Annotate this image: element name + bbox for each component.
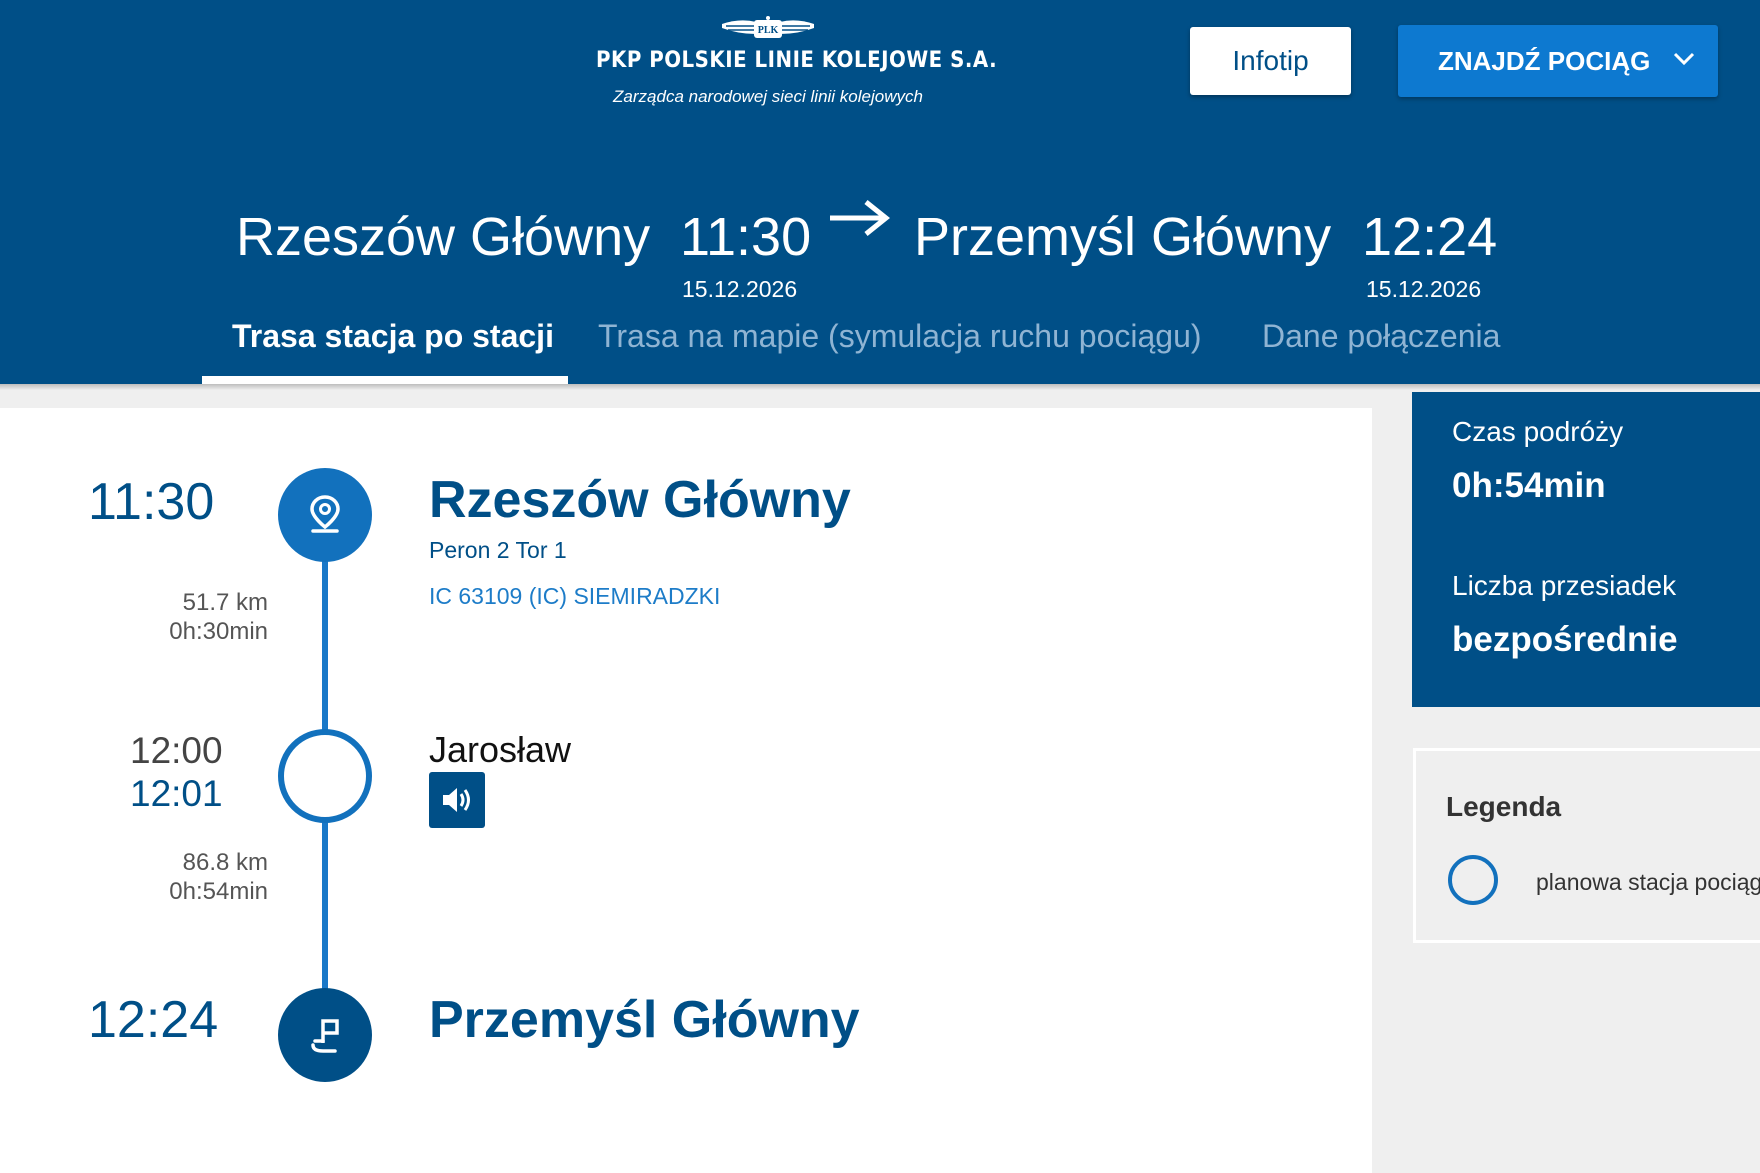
- legend-title: Legenda: [1446, 791, 1562, 822]
- start-platform: Peron 2 Tor 1: [429, 537, 567, 563]
- find-train-button[interactable]: ZNAJDŹ POCIĄG: [1398, 25, 1718, 97]
- route-to-station: Przemyśl Główny: [914, 207, 1332, 267]
- timeline-line-2: [322, 818, 328, 990]
- tab-map-route[interactable]: Trasa na mapie (symulacja ruchu pociągu): [598, 318, 1202, 355]
- segment-1-duration: 0h:30min: [169, 618, 268, 645]
- tab-station-route[interactable]: Trasa stacja po stacji: [232, 318, 554, 355]
- end-time: 12:24: [88, 991, 219, 1049]
- segment-2-distance: 86.8 km: [182, 849, 268, 876]
- segment-2-duration: 0h:54min: [169, 878, 268, 905]
- segment-1-distance: 51.7 km: [182, 589, 268, 616]
- page-header: PLK PKP POLSKIE LINIE KOLEJOWE S.A. Zarz…: [0, 0, 1760, 384]
- map-pin-icon: [310, 495, 340, 533]
- end-station-name[interactable]: Przemyśl Główny: [429, 994, 860, 1046]
- svg-text:PLK: PLK: [758, 25, 779, 36]
- tab-connection-data[interactable]: Dane połączenia: [1262, 318, 1500, 355]
- start-station-name[interactable]: Rzeszów Główny: [429, 474, 851, 526]
- transfers-label: Liczba przesiadek: [1452, 570, 1677, 601]
- segment-2-info: 86.8 km 0h:54min: [169, 848, 268, 906]
- route-from-station: Rzeszów Główny: [236, 207, 651, 267]
- segment-1-info: 51.7 km 0h:30min: [169, 588, 268, 646]
- winged-wheel-icon: PLK: [722, 16, 814, 38]
- infotip-button[interactable]: Infotip: [1190, 27, 1351, 95]
- travel-time-label: Czas podróży: [1452, 416, 1624, 447]
- route-to-date: 15.12.2026: [1366, 276, 1482, 302]
- header-shadow: [0, 384, 1760, 390]
- destination-flag-icon: [311, 1019, 339, 1053]
- travel-time-value: 0h:54min: [1452, 466, 1606, 505]
- stop-arrival-time: 12:00: [130, 730, 223, 771]
- stop-departure-time: 12:01: [130, 773, 223, 814]
- logo-name: PKP POLSKIE LINIE KOLEJOWE S.A.: [596, 48, 998, 73]
- legend-panel: Legenda planowa stacja pociągu: [1413, 748, 1760, 943]
- journey-summary-panel: Czas podróży 0h:54min Liczba przesiadek …: [1412, 392, 1760, 707]
- route-from-time: 11:30: [680, 207, 812, 267]
- start-time: 11:30: [88, 473, 215, 531]
- route-to-time: 12:24: [1362, 207, 1498, 267]
- logo-tagline: Zarządca narodowej sieci linii kolejowyc…: [613, 87, 923, 106]
- pkp-plk-logo[interactable]: PLK PKP POLSKIE LINIE KOLEJOWE S.A. Zarz…: [596, 16, 998, 107]
- timeline-line-1: [322, 560, 328, 730]
- audio-announcement-button[interactable]: [429, 772, 485, 828]
- transfers-value: bezpośrednie: [1452, 620, 1678, 659]
- legend-item-label: planowa stacja pociągu: [1536, 869, 1760, 895]
- find-train-label: ZNAJDŹ POCIĄG: [1438, 45, 1651, 76]
- chevron-down-icon: [1673, 52, 1695, 66]
- active-tab-indicator: [202, 376, 568, 384]
- train-link[interactable]: IC 63109 (IC) SIEMIRADZKI: [429, 583, 720, 610]
- start-station-marker: [278, 468, 372, 562]
- end-station-marker: [278, 988, 372, 1082]
- legend-open-circle-icon: [1448, 855, 1498, 905]
- arrow-right-icon: [830, 200, 891, 236]
- route-from-date: 15.12.2026: [682, 276, 798, 302]
- speaker-icon: [443, 788, 470, 812]
- stop-station-name[interactable]: Jarosław: [429, 732, 571, 768]
- stop-station-marker: [278, 729, 372, 823]
